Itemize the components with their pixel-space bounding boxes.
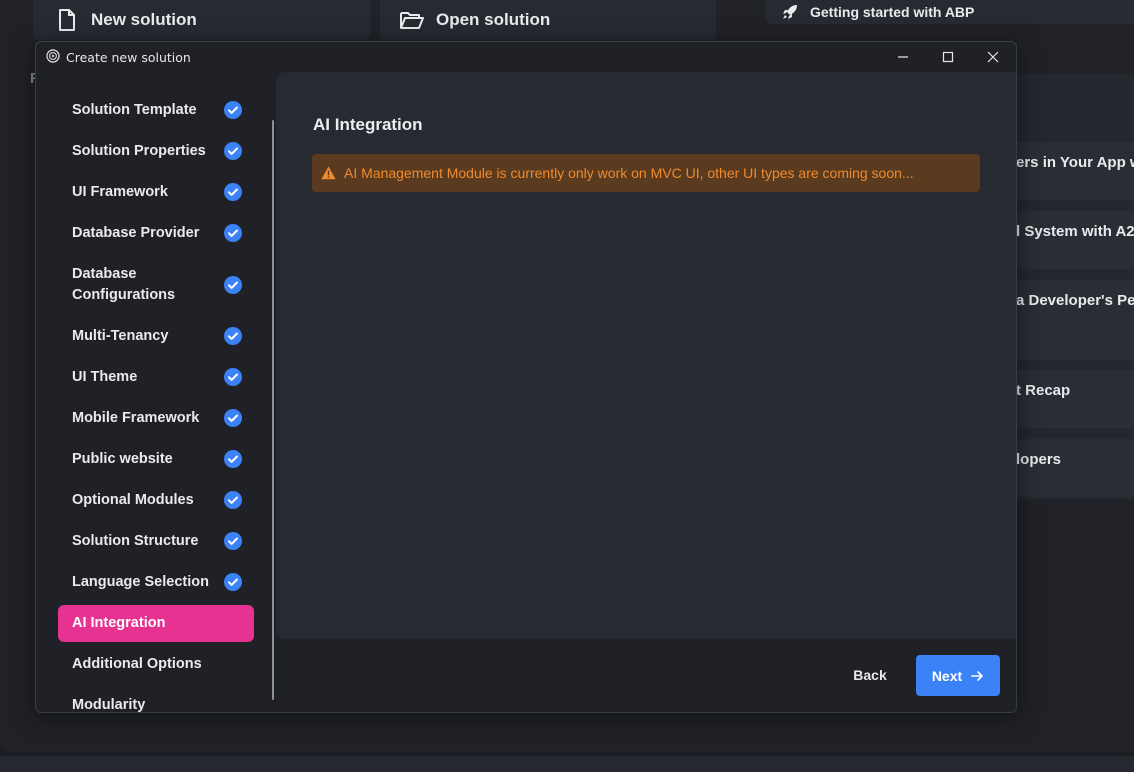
step-public-website[interactable]: Public website: [58, 449, 254, 470]
step-label: Language Selection: [72, 574, 209, 590]
check-circle-icon: [224, 450, 242, 468]
check-circle-icon: [224, 573, 242, 591]
step-optional-modules[interactable]: Optional Modules: [58, 490, 254, 511]
step-label: UI Theme: [72, 369, 138, 385]
check-circle-icon: [224, 142, 242, 160]
step-solution-template[interactable]: Solution Template: [58, 100, 254, 121]
folder-open-icon: [400, 8, 424, 32]
check-circle-icon: [224, 491, 242, 509]
step-content-panel: AI Integration AI Management Module is c…: [276, 72, 1016, 639]
warning-alert: AI Management Module is currently only w…: [312, 154, 980, 192]
check-circle-icon: [224, 532, 242, 550]
maximize-button[interactable]: [925, 42, 971, 72]
step-modularity[interactable]: Modularity: [58, 695, 254, 713]
check-circle-icon: [224, 101, 242, 119]
step-label: Public website: [72, 451, 173, 467]
check-circle-icon: [224, 327, 242, 345]
step-ui-theme[interactable]: UI Theme: [58, 367, 254, 388]
step-label: Solution Template: [72, 102, 197, 118]
next-button[interactable]: Next: [916, 655, 1000, 696]
step-mobile-framework[interactable]: Mobile Framework: [58, 408, 254, 429]
dialog-title: Create new solution: [66, 50, 191, 65]
minimize-icon: [898, 56, 908, 58]
check-circle-icon: [224, 224, 242, 242]
open-solution-label: Open solution: [436, 10, 551, 29]
news-item[interactable]: lopers: [1016, 439, 1134, 497]
step-label: Database Configurations: [72, 266, 176, 303]
background-bottom-bar: [0, 756, 1134, 772]
step-ai-integration[interactable]: AI Integration: [58, 605, 254, 642]
sidebar-scrollbar[interactable]: [272, 120, 274, 700]
check-circle-icon: [224, 409, 242, 427]
news-item[interactable]: l System with A2A: [1016, 211, 1134, 269]
minimize-button[interactable]: [880, 42, 926, 72]
warning-icon: [321, 166, 336, 180]
step-label: Additional Options: [72, 656, 202, 672]
step-multi-tenancy[interactable]: Multi-Tenancy: [58, 326, 254, 347]
dialog-titlebar[interactable]: Create new solution: [36, 42, 1016, 72]
step-label: UI Framework: [72, 184, 168, 200]
close-button[interactable]: [970, 42, 1016, 72]
step-label: Optional Modules: [72, 492, 194, 508]
app-logo-icon: [46, 49, 60, 63]
new-solution-label: New solution: [91, 10, 197, 29]
back-button[interactable]: Back: [829, 655, 911, 695]
step-additional-options[interactable]: Additional Options: [58, 654, 254, 675]
rocket-icon: [782, 4, 798, 20]
step-solution-properties[interactable]: Solution Properties: [58, 141, 254, 162]
close-icon: [987, 51, 999, 63]
step-label: Solution Structure: [72, 533, 199, 549]
arrow-right-icon: [971, 670, 984, 682]
getting-started-card[interactable]: Getting started with ABP: [766, 0, 1134, 24]
news-item[interactable]: a Developer's Per: [1016, 280, 1134, 360]
step-label: Multi-Tenancy: [72, 328, 169, 344]
getting-started-label: Getting started with ABP: [810, 4, 975, 20]
steps-sidebar: Solution Template Solution Properties UI…: [36, 72, 276, 713]
content-title: AI Integration: [313, 115, 423, 134]
news-item[interactable]: t Recap: [1016, 370, 1134, 428]
step-label: Mobile Framework: [72, 410, 200, 426]
maximize-icon: [942, 51, 954, 63]
next-button-label: Next: [931, 667, 963, 684]
step-database-provider[interactable]: Database Provider: [58, 223, 254, 244]
check-circle-icon: [224, 183, 242, 201]
new-solution-card[interactable]: New solution: [33, 0, 370, 40]
step-language-selection[interactable]: Language Selection: [58, 572, 254, 593]
step-label: Database Provider: [72, 225, 200, 241]
file-icon: [55, 8, 79, 32]
news-item[interactable]: ers in Your App wi: [1016, 142, 1134, 200]
alert-message: AI Management Module is currently only w…: [344, 165, 914, 181]
back-button-label: Back: [853, 667, 887, 683]
check-circle-icon: [224, 276, 242, 294]
check-circle-icon: [224, 368, 242, 386]
step-database-configurations[interactable]: Database Configurations: [58, 264, 254, 306]
step-ui-framework[interactable]: UI Framework: [58, 182, 254, 203]
step-label: Modularity: [72, 697, 146, 713]
step-label: Solution Properties: [72, 143, 206, 159]
step-label: AI Integration: [72, 615, 166, 631]
open-solution-card[interactable]: Open solution: [380, 0, 716, 40]
create-solution-dialog: Create new solution Solution Template So…: [35, 41, 1017, 713]
step-solution-structure[interactable]: Solution Structure: [58, 531, 254, 552]
